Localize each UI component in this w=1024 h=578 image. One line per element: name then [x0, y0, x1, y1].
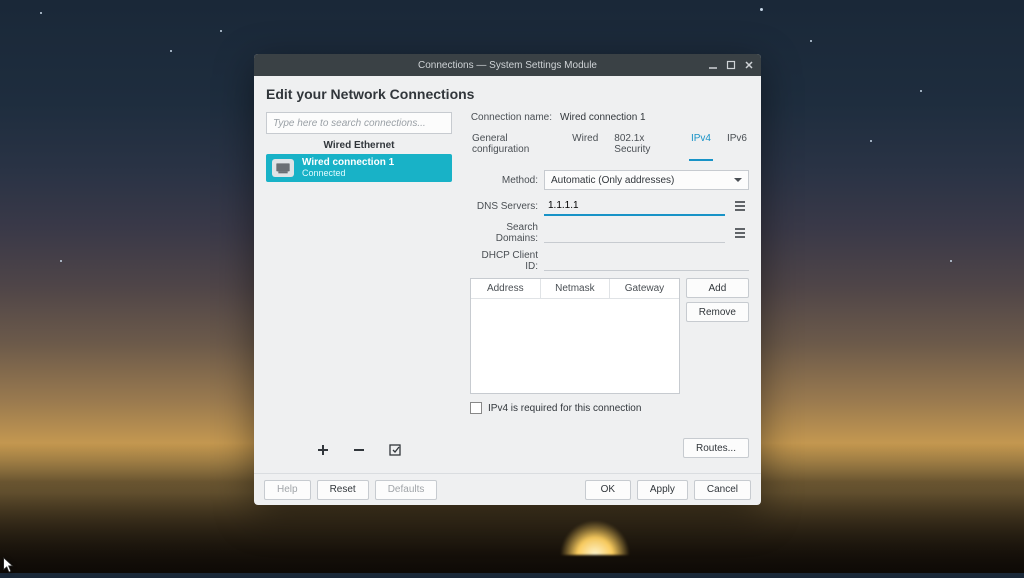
export-connection-button[interactable] [386, 441, 404, 459]
ipv4-required-label: IPv4 is required for this connection [488, 403, 641, 414]
method-value: Automatic (Only addresses) [551, 175, 674, 186]
add-connection-button[interactable] [314, 441, 332, 459]
tab-wired[interactable]: Wired [570, 131, 600, 161]
connection-item-status: Connected [302, 169, 394, 178]
tab-ipv4[interactable]: IPv4 [689, 131, 713, 161]
cancel-button[interactable]: Cancel [694, 480, 751, 500]
dns-servers-input[interactable] [544, 196, 725, 216]
mouse-cursor-icon [2, 557, 16, 578]
tab-general[interactable]: General configuration [470, 131, 558, 161]
connection-group-header: Wired Ethernet [266, 140, 452, 151]
minimize-button[interactable] [707, 59, 719, 71]
connection-list: Wired connection 1 Connected [266, 153, 452, 435]
connection-item-wired1[interactable]: Wired connection 1 Connected [266, 154, 452, 182]
search-domains-edit-list-button[interactable] [731, 224, 749, 242]
reset-button[interactable]: Reset [317, 480, 369, 500]
ethernet-icon [272, 159, 294, 177]
search-domains-input[interactable] [544, 223, 725, 243]
window-title: Connections — System Settings Module [418, 60, 597, 71]
tab-ipv6[interactable]: IPv6 [725, 131, 749, 161]
address-table[interactable]: Address Netmask Gateway [470, 278, 680, 394]
address-col-header[interactable]: Address [471, 279, 541, 298]
maximize-button[interactable] [725, 59, 737, 71]
connection-search-input[interactable] [266, 112, 452, 134]
remove-connection-button[interactable] [350, 441, 368, 459]
tab-bar: General configuration Wired 802.1x Secur… [470, 131, 749, 162]
connection-name-label: Connection name: [470, 112, 552, 123]
help-button[interactable]: Help [264, 480, 311, 500]
add-address-button[interactable]: Add [686, 278, 749, 298]
connection-item-name: Wired connection 1 [302, 158, 394, 169]
chevron-down-icon [734, 178, 742, 182]
dhcp-client-id-label: DHCP Client ID: [470, 250, 538, 272]
method-select[interactable]: Automatic (Only addresses) [544, 170, 749, 190]
defaults-button[interactable]: Defaults [375, 480, 438, 500]
netmask-col-header[interactable]: Netmask [541, 279, 611, 298]
gateway-col-header[interactable]: Gateway [610, 279, 679, 298]
remove-address-button[interactable]: Remove [686, 302, 749, 322]
routes-button[interactable]: Routes... [683, 438, 749, 458]
dhcp-client-id-input[interactable] [544, 251, 749, 271]
method-label: Method: [470, 175, 538, 186]
dialog-footer: Help Reset Defaults OK Apply Cancel [254, 473, 761, 505]
settings-window: Connections — System Settings Module Edi… [254, 54, 761, 505]
page-title: Edit your Network Connections [266, 86, 749, 102]
dns-servers-label: DNS Servers: [470, 201, 538, 212]
apply-button[interactable]: Apply [637, 480, 688, 500]
connection-name-value[interactable]: Wired connection 1 [560, 112, 646, 123]
close-button[interactable] [743, 59, 755, 71]
search-domains-label: Search Domains: [470, 222, 538, 244]
ipv4-required-checkbox[interactable] [470, 402, 482, 414]
ok-button[interactable]: OK [585, 480, 631, 500]
tab-security[interactable]: 802.1x Security [612, 131, 677, 161]
dns-edit-list-button[interactable] [731, 197, 749, 215]
titlebar[interactable]: Connections — System Settings Module [254, 54, 761, 76]
